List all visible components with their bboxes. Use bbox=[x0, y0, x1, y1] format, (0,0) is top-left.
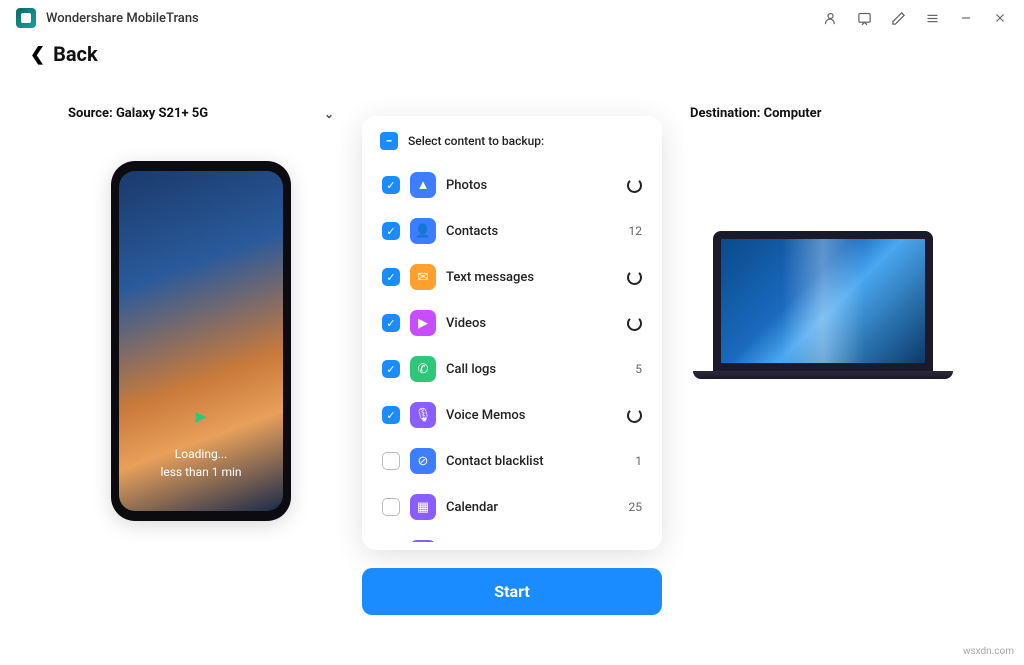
category-icon: ✉ bbox=[410, 264, 436, 290]
category-icon: ▲ bbox=[410, 172, 436, 198]
titlebar-actions bbox=[822, 10, 1008, 26]
item-checkbox[interactable]: ✓ bbox=[382, 314, 400, 332]
item-count: 1 bbox=[635, 454, 642, 468]
back-label: Back bbox=[53, 42, 98, 66]
user-icon[interactable] bbox=[822, 10, 838, 26]
item-checkbox[interactable]: ✓ bbox=[382, 222, 400, 240]
loading-spinner-icon bbox=[627, 270, 642, 285]
menu-icon[interactable] bbox=[924, 10, 940, 26]
chevron-down-icon: ⌄ bbox=[324, 107, 334, 121]
main-content: Source: Galaxy S21+ 5G ⌄ ▶ Loading... le… bbox=[0, 76, 1024, 615]
item-label: Voice Memos bbox=[446, 408, 617, 423]
start-button[interactable]: Start bbox=[362, 568, 662, 615]
category-icon: ✆ bbox=[410, 356, 436, 382]
item-checkbox[interactable]: ✓ bbox=[382, 360, 400, 378]
destination-label-row: Destination: Computer bbox=[682, 106, 964, 121]
destination-column: Destination: Computer bbox=[682, 106, 964, 615]
list-item[interactable]: ⊘ Contact blacklist 1 bbox=[378, 438, 646, 484]
category-icon: ⊘ bbox=[410, 448, 436, 474]
panel-header: − Select content to backup: bbox=[362, 132, 662, 162]
item-checkbox[interactable]: ✓ bbox=[382, 406, 400, 424]
list-item[interactable]: ✓ ✆ Call logs 5 bbox=[378, 346, 646, 392]
loading-spinner-icon bbox=[627, 316, 642, 331]
destination-device-image bbox=[693, 231, 953, 379]
list-item[interactable]: ✓ 🎙 Voice Memos bbox=[378, 392, 646, 438]
list-item[interactable]: ✓ 👤 Contacts 12 bbox=[378, 208, 646, 254]
close-icon[interactable] bbox=[992, 10, 1008, 26]
item-count: 5 bbox=[635, 362, 642, 376]
source-device-image: ▶ Loading... less than 1 min bbox=[111, 161, 291, 521]
item-label: Contact blacklist bbox=[446, 454, 625, 469]
list-item[interactable]: ✓ ▲ Photos bbox=[378, 162, 646, 208]
app-title: Wondershare MobileTrans bbox=[46, 11, 199, 26]
content-panel: − Select content to backup: ✓ ▲ Photos ✓ 👤 Co… bbox=[362, 116, 662, 550]
titlebar: Wondershare MobileTrans bbox=[0, 0, 1024, 36]
item-checkbox[interactable]: ✓ bbox=[382, 176, 400, 194]
category-icon: ◆ bbox=[410, 540, 436, 542]
item-label: Contacts bbox=[446, 224, 619, 239]
destination-label: Destination: Computer bbox=[690, 106, 821, 121]
category-icon: ▶ bbox=[410, 310, 436, 336]
item-checkbox[interactable] bbox=[382, 498, 400, 516]
minimize-icon[interactable] bbox=[958, 10, 974, 26]
item-label: Call logs bbox=[446, 362, 625, 377]
item-label: Videos bbox=[446, 316, 617, 331]
source-column: Source: Galaxy S21+ 5G ⌄ ▶ Loading... le… bbox=[60, 106, 342, 615]
back-button[interactable]: ❮ Back bbox=[0, 36, 1024, 76]
feedback-icon[interactable] bbox=[856, 10, 872, 26]
select-all-checkbox[interactable]: − bbox=[380, 132, 398, 150]
category-icon: ▦ bbox=[410, 494, 436, 520]
item-label: Photos bbox=[446, 178, 617, 193]
item-label: Text messages bbox=[446, 270, 617, 285]
item-count: 12 bbox=[629, 224, 643, 238]
item-checkbox[interactable]: ✓ bbox=[382, 268, 400, 286]
item-label: Calendar bbox=[446, 500, 619, 515]
item-checkbox[interactable] bbox=[382, 452, 400, 470]
item-count: 25 bbox=[629, 500, 643, 514]
app-logo-icon bbox=[16, 8, 36, 28]
center-column: − Select content to backup: ✓ ▲ Photos ✓ 👤 Co… bbox=[362, 106, 662, 615]
loading-status: Loading... less than 1 min bbox=[160, 445, 241, 481]
category-icon: 🎙 bbox=[410, 402, 436, 428]
panel-title: Select content to backup: bbox=[408, 134, 544, 148]
edit-icon[interactable] bbox=[890, 10, 906, 26]
source-label: Source: Galaxy S21+ 5G bbox=[68, 106, 208, 121]
chevron-left-icon: ❮ bbox=[30, 44, 45, 65]
category-icon: 👤 bbox=[410, 218, 436, 244]
list-item[interactable]: ✓ ▶ Videos bbox=[378, 300, 646, 346]
source-selector[interactable]: Source: Galaxy S21+ 5G ⌄ bbox=[60, 106, 342, 121]
items-list[interactable]: ✓ ▲ Photos ✓ 👤 Contacts 12 ✓ ✉ Text messages ✓ ▶ Vid… bbox=[362, 162, 662, 542]
list-item[interactable]: ◆Apps bbox=[378, 530, 646, 542]
list-item[interactable]: ✓ ✉ Text messages bbox=[378, 254, 646, 300]
titlebar-left: Wondershare MobileTrans bbox=[16, 8, 199, 28]
play-icon: ▶ bbox=[196, 409, 207, 425]
loading-spinner-icon bbox=[627, 408, 642, 423]
watermark: wsxdn.com bbox=[963, 646, 1014, 657]
list-item[interactable]: ▦ Calendar 25 bbox=[378, 484, 646, 530]
loading-spinner-icon bbox=[627, 178, 642, 193]
